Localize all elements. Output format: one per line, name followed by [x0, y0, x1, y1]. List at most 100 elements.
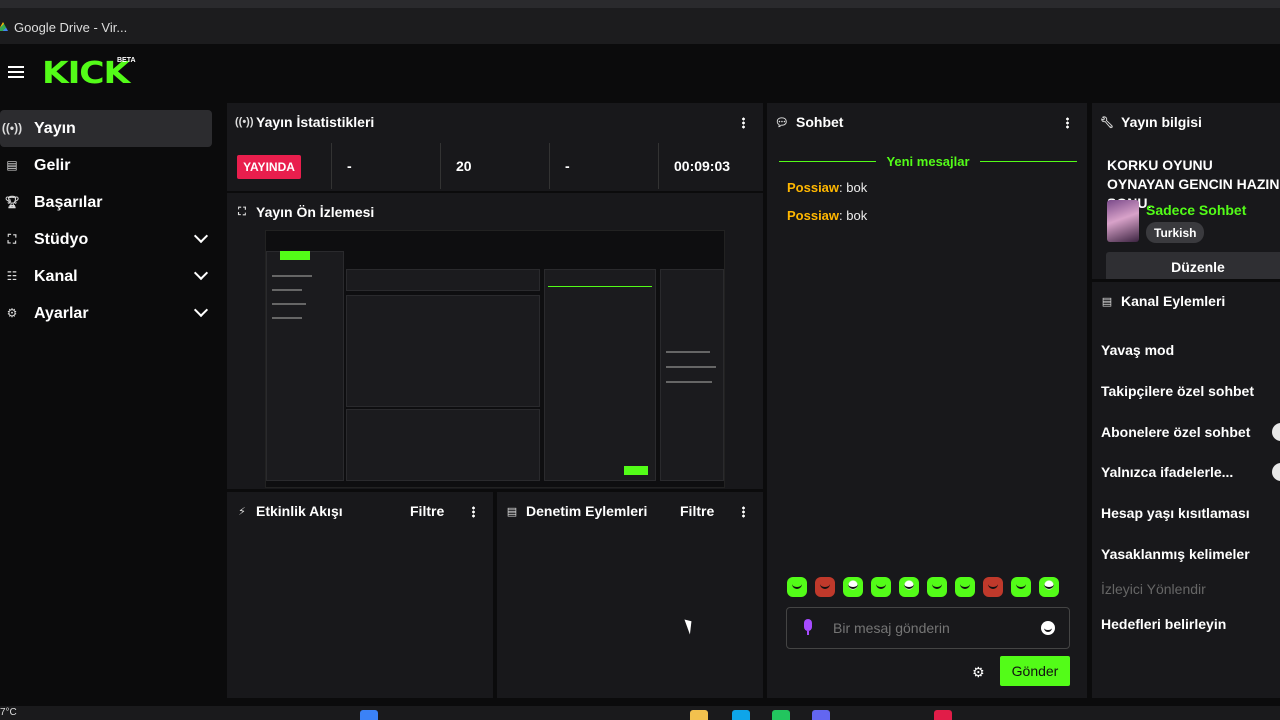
emotes-only-toggle[interactable]	[1272, 463, 1280, 481]
action-followers-only[interactable]: Takipçilere özel sohbet	[1101, 383, 1254, 399]
preview-bottom-panels	[346, 409, 540, 481]
stat-value: -	[347, 158, 352, 174]
discord-icon[interactable]	[812, 710, 830, 720]
emote-quick-bar	[787, 577, 1059, 597]
sidebar-item-label: Stüdyo	[34, 230, 89, 248]
panel-header: ▤ Kanal Eylemleri	[1092, 282, 1280, 320]
stat-value: -	[565, 158, 570, 174]
preview-text	[666, 351, 710, 353]
more-options-icon[interactable]	[1066, 117, 1069, 129]
google-drive-icon	[0, 22, 8, 31]
chat-message-input[interactable]	[786, 607, 1070, 649]
divider	[658, 143, 659, 189]
sidebar-item-label: Kanal	[34, 267, 78, 285]
emote-icon[interactable]	[871, 577, 891, 597]
edit-button[interactable]: Düzenle	[1106, 252, 1280, 279]
subscribers-only-toggle[interactable]	[1272, 423, 1280, 441]
preview-icon: ⛶	[238, 205, 246, 218]
emote-icon[interactable]	[899, 577, 919, 597]
emoji-picker-icon[interactable]	[1041, 621, 1055, 635]
broadcast-icon: ((•))	[235, 116, 254, 128]
chevron-down-icon[interactable]	[193, 265, 209, 281]
chevron-down-icon[interactable]	[193, 228, 209, 244]
chevron-down-icon[interactable]	[193, 302, 209, 318]
action-set-goals[interactable]: Hedefleri belirleyin	[1101, 616, 1226, 632]
panel-title: Etkinlik Akışı	[256, 503, 343, 519]
sidebar-item-ayarlar[interactable]: ⚙ Ayarlar	[0, 295, 214, 332]
chat-username[interactable]: Possiaw	[787, 208, 839, 223]
folder-icon[interactable]	[690, 710, 708, 720]
action-subscribers-only[interactable]: Abonelere özel sohbet	[1101, 424, 1250, 440]
preview-text	[272, 317, 302, 319]
action-account-age[interactable]: Hesap yaşı kısıtlaması	[1101, 505, 1250, 521]
live-status-badge: YAYINDA	[237, 155, 301, 179]
panel-header: 🔧︎ Yayın bilgisi	[1092, 103, 1280, 141]
stream-duration: 00:09:03	[674, 158, 731, 174]
broadcast-icon: ((•))	[1, 121, 23, 135]
gear-icon: ⚙	[6, 306, 18, 320]
sidebar-item-label: Ayarlar	[34, 304, 89, 322]
chat-message: Possiaw: bok	[787, 180, 867, 195]
emote-icon[interactable]	[983, 577, 1003, 597]
emote-icon[interactable]	[1039, 577, 1059, 597]
browser-tab-title: Google Drive - Vir...	[14, 19, 128, 35]
stream-preview-video[interactable]	[265, 230, 725, 488]
emote-icon[interactable]	[955, 577, 975, 597]
emote-icon[interactable]	[1011, 577, 1031, 597]
panel-title: Yayın Ön İzlemesi	[256, 204, 375, 220]
preview-text	[272, 289, 302, 291]
hamburger-menu-icon[interactable]	[8, 66, 24, 78]
action-slow-mode[interactable]: Yavaş mod	[1101, 342, 1174, 358]
stream-preview-panel: ⛶ Yayın Ön İzlemesi	[227, 193, 763, 489]
preview-text	[666, 381, 712, 383]
stream-info-panel: 🔧︎ Yayın bilgisi KORKU OYUNU OYNAYAN GEN…	[1092, 103, 1280, 279]
spotify-icon[interactable]	[772, 710, 790, 720]
app-icon[interactable]	[934, 710, 952, 720]
chat-settings-gear-icon[interactable]: ⚙	[972, 664, 985, 681]
preview-sidebar	[266, 251, 344, 481]
emote-icon[interactable]	[815, 577, 835, 597]
sidebar-item-basarilar[interactable]: 🏆︎ Başarılar	[0, 184, 214, 221]
microphone-icon[interactable]	[803, 619, 813, 637]
browser-tab[interactable]: Google Drive - Vir...	[0, 14, 127, 40]
sidebar-item-studyo[interactable]: ⛶ Stüdyo	[0, 221, 214, 258]
sidebar-item-yayin[interactable]: ((•)) Yayın	[0, 110, 212, 147]
category-thumbnail[interactable]	[1107, 200, 1139, 242]
emote-icon[interactable]	[787, 577, 807, 597]
filter-button[interactable]: Filtre	[680, 503, 714, 519]
sidebar-item-gelir[interactable]: ▤ Gelir	[0, 147, 214, 184]
action-emotes-only[interactable]: Yalnızca ifadelerle...	[1101, 464, 1233, 480]
stream-stats-panel: ((•)) Yayın İstatistikleri YAYINDA - 20 …	[227, 103, 763, 191]
action-host-viewers: İzleyici Yönlendir	[1101, 581, 1206, 597]
weather-temperature: 7°C	[0, 707, 17, 718]
panel-header: ⛶ Yayın Ön İzlemesi	[227, 193, 763, 231]
wrench-icon: 🔧︎	[1100, 116, 1114, 129]
chart-icon: ▤	[6, 158, 18, 172]
kick-logo[interactable]: KICK	[42, 56, 130, 91]
chat-username[interactable]: Possiaw	[787, 180, 839, 195]
chat-panel: 💬︎ Sohbet Yeni mesajlar Possiaw: bok Pos…	[767, 103, 1087, 698]
windows-start-icon[interactable]	[360, 710, 378, 720]
panel-title: Yayın İstatistikleri	[256, 114, 375, 130]
emote-icon[interactable]	[843, 577, 863, 597]
browser-address-strip[interactable]	[0, 0, 1280, 8]
sidebar-item-kanal[interactable]: ☷ Kanal	[0, 258, 214, 295]
edge-browser-icon[interactable]	[732, 710, 750, 720]
send-button[interactable]: Gönder	[1000, 656, 1070, 686]
action-banned-words[interactable]: Yasaklanmış kelimeler	[1101, 546, 1250, 562]
more-options-icon[interactable]	[742, 117, 745, 129]
panel-header: ⚡︎ Etkinlik Akışı	[227, 492, 493, 530]
panel-title: Yayın bilgisi	[1121, 114, 1202, 130]
os-taskbar	[0, 706, 1280, 720]
filter-button[interactable]: Filtre	[410, 503, 444, 519]
studio-icon: ⛶	[7, 231, 17, 246]
more-options-icon[interactable]	[742, 506, 745, 518]
category-link[interactable]: Sadece Sohbet	[1146, 202, 1246, 218]
more-options-icon[interactable]	[472, 506, 475, 518]
trophy-icon: 🏆︎	[4, 195, 20, 209]
emote-icon[interactable]	[927, 577, 947, 597]
viewer-count: 20	[456, 158, 472, 174]
activity-feed-panel: ⚡︎ Etkinlik Akışı Filtre	[227, 492, 493, 698]
chat-text: bok	[842, 180, 868, 195]
preview-chat	[544, 269, 656, 481]
